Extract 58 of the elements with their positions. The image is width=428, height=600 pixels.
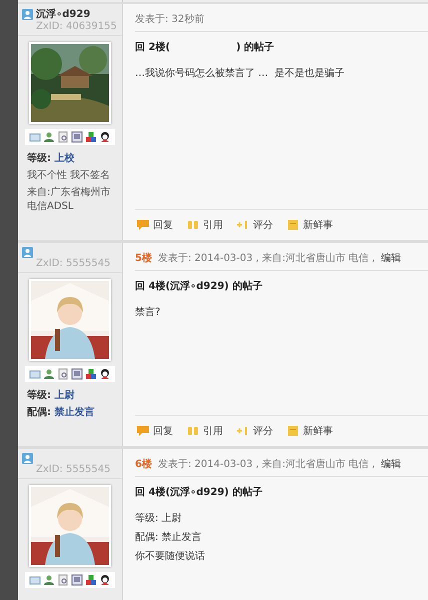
profile-field: 等级: 上尉 (27, 388, 113, 402)
profile-text: 来自:广东省梅州市电信ADSL (27, 186, 112, 213)
image-icon[interactable] (71, 368, 83, 380)
mail-icon[interactable] (29, 368, 41, 380)
plus-one-icon (237, 426, 249, 436)
post-meta: 发表于: 32秒前 (135, 12, 204, 26)
quote-icon (187, 220, 199, 230)
image-icon[interactable] (71, 131, 83, 143)
floor-number: 6楼 (135, 458, 152, 471)
user-id: ZxID: 5555545 (35, 464, 112, 475)
image-icon[interactable] (71, 574, 83, 586)
user-icon (22, 8, 33, 20)
rate-button[interactable]: 评分 (237, 424, 273, 438)
user-icon (22, 246, 33, 258)
quote-button[interactable]: 引用 (187, 424, 223, 438)
user-id: ZxID: 40639155 (35, 21, 118, 32)
news-button[interactable]: 新鲜事 (287, 218, 333, 232)
note-icon (287, 220, 299, 230)
rate-button[interactable]: 评分 (237, 218, 273, 232)
post-text: 配偶: 禁止发言 (135, 530, 203, 544)
profile-text: 我不个性 我不签名 (27, 168, 112, 182)
speech-bubble-icon (137, 426, 149, 436)
quote-icon (187, 426, 199, 436)
floor-number: 5楼 (135, 252, 152, 265)
reply-button[interactable]: 回复 (137, 424, 173, 438)
person-icon[interactable] (43, 131, 55, 143)
post-text: 禁言? (135, 306, 162, 319)
post-text: 等级: 上尉 (135, 512, 183, 525)
post-meta: 发表于: 2014-03-03 , 来自:河北省唐山市 电信 , (158, 458, 376, 471)
reply-button[interactable]: 回复 (137, 218, 173, 232)
document-icon[interactable] (57, 131, 69, 143)
person-icon[interactable] (43, 574, 55, 586)
user-id: ZxID: 5555545 (35, 258, 112, 269)
speech-bubble-icon (137, 220, 149, 230)
person-icon[interactable] (43, 368, 55, 380)
profile-field: 等级: 上校 (27, 151, 113, 165)
quote-button[interactable]: 引用 (187, 218, 223, 232)
post-meta: 发表于: 2014-03-03 , 来自:河北省唐山市 电信 , (158, 252, 376, 265)
post-title: 回 2楼( ) 的帖子 (135, 40, 276, 54)
mail-icon[interactable] (29, 131, 41, 143)
document-icon[interactable] (57, 368, 69, 380)
note-icon (287, 426, 299, 436)
post-text: …我说你号码怎么被禁言了 … 是不是也是骗子 (135, 66, 346, 80)
blocks-icon[interactable] (85, 574, 97, 586)
profile-field: 配偶: 禁止发言 (27, 405, 113, 419)
mail-icon[interactable] (29, 574, 41, 586)
blocks-icon[interactable] (85, 368, 97, 380)
post-title: 回 4楼(沉浮∘d929) 的帖子 (135, 280, 264, 293)
edit-link[interactable]: 编辑 (381, 251, 402, 265)
post-text: 你不要随便说话 (135, 550, 206, 563)
blocks-icon[interactable] (85, 131, 97, 143)
edit-link[interactable]: 编辑 (381, 457, 402, 471)
post-title: 回 4楼(沉浮∘d929) 的帖子 (135, 486, 264, 499)
news-button[interactable]: 新鲜事 (287, 424, 333, 438)
username[interactable]: 沉浮∘d929 (36, 7, 90, 21)
plus-one-icon (237, 220, 249, 230)
user-icon (22, 452, 33, 464)
document-icon[interactable] (57, 574, 69, 586)
